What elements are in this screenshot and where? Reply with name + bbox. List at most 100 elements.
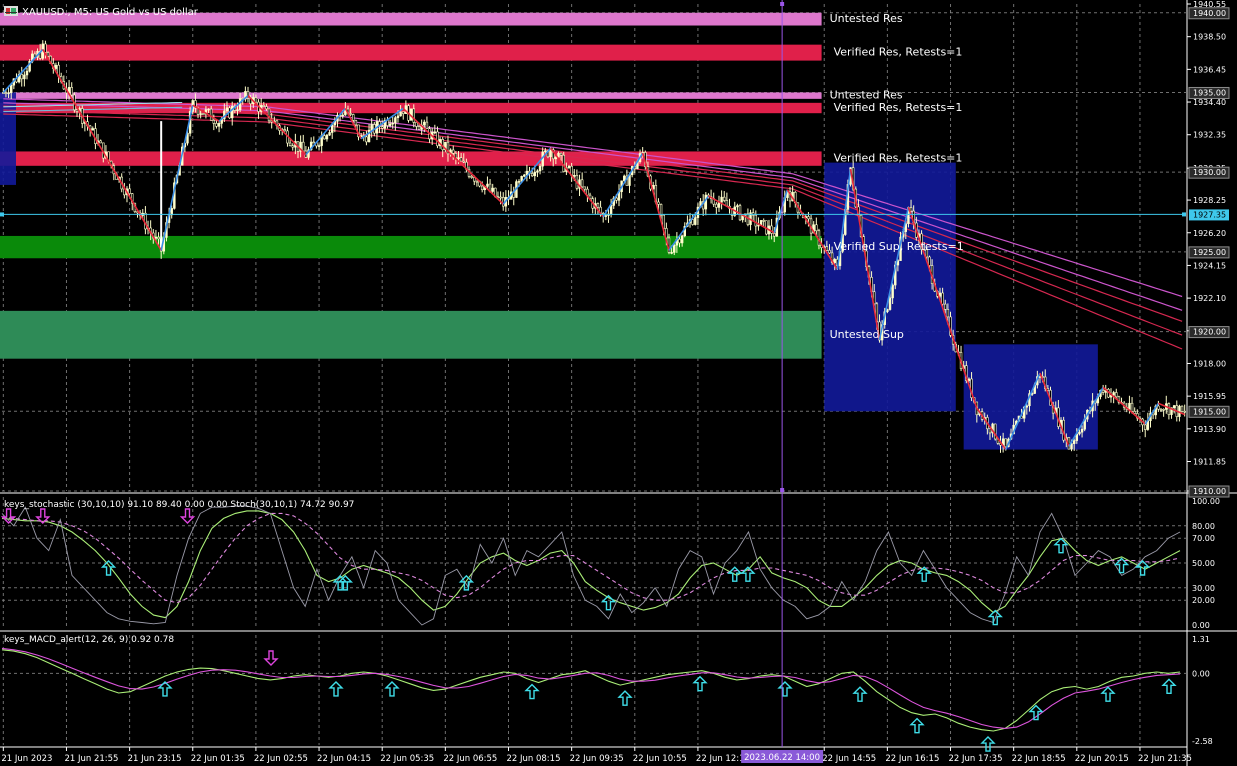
candle-body xyxy=(596,203,600,208)
zone-label: Untested Res xyxy=(830,12,903,25)
stoch-level-label: 70.00 xyxy=(1192,534,1215,543)
candle-body xyxy=(536,170,539,173)
zone-verified-res[interactable] xyxy=(0,44,822,61)
time-tick-label: 21 Jun 2023 xyxy=(1,754,52,764)
zone-verified-res[interactable] xyxy=(0,151,822,166)
candle-body xyxy=(888,297,892,310)
chart-canvas[interactable]: Untested ResVerified Res, Retests=1Untes… xyxy=(0,0,1237,766)
candle-body xyxy=(99,140,102,144)
time-tick-label: 22 Jun 02:55 xyxy=(254,754,308,764)
candle-body xyxy=(436,131,439,147)
candle-body xyxy=(480,185,484,191)
crosshair-handle[interactable] xyxy=(0,212,4,217)
candle-body xyxy=(70,87,73,96)
time-tick-label: 22 Jun 06:55 xyxy=(443,754,497,764)
candle-body xyxy=(291,145,294,148)
candle-body xyxy=(549,149,552,158)
candle-body xyxy=(530,173,534,177)
stoch-level-label: 30.00 xyxy=(1192,584,1215,593)
candle-body xyxy=(1080,428,1084,433)
price-tick-label: 1932.35 xyxy=(1193,131,1226,140)
zone-verified-sup[interactable] xyxy=(0,235,822,259)
candle-body xyxy=(533,171,537,177)
symbol-header: XAUUSD., M5: US Gold vs US dollar xyxy=(4,6,199,18)
candle-body xyxy=(412,108,415,123)
candle-body xyxy=(323,135,326,140)
candle-body xyxy=(459,157,463,162)
crosshair-handle[interactable] xyxy=(780,488,785,492)
candle-body xyxy=(891,284,894,299)
candle-body xyxy=(215,123,218,127)
candle-body xyxy=(1133,411,1136,414)
price-level-label: 1930.00 xyxy=(1193,168,1226,177)
time-tick-label: 22 Jun 09:35 xyxy=(570,754,624,764)
candle-body xyxy=(825,246,829,251)
price-tick-label: 1928.25 xyxy=(1193,196,1226,205)
stoch-level-label: 100.00 xyxy=(1192,497,1220,506)
zone-label: Verified Res, Retests=1 xyxy=(834,101,963,114)
candle-body xyxy=(828,250,831,254)
crosshair-handle[interactable] xyxy=(780,2,785,6)
candle-body xyxy=(423,121,426,126)
time-tick-label: 22 Jun 17:35 xyxy=(949,754,1003,764)
price-tick-label: 1924.15 xyxy=(1193,261,1226,270)
candle-body xyxy=(502,197,505,207)
crosshair-handle[interactable] xyxy=(1182,212,1186,217)
candle-body xyxy=(388,123,392,126)
candle-body xyxy=(170,208,173,216)
zone-untested-res[interactable] xyxy=(0,92,822,99)
price-level-label: 1925.00 xyxy=(1193,248,1226,257)
candle-body xyxy=(288,142,292,146)
candle-body xyxy=(312,141,316,144)
candle-body xyxy=(554,156,558,160)
candle-body xyxy=(673,244,676,253)
macd-level-label: -2.58 xyxy=(1192,737,1213,746)
candle-body xyxy=(657,201,660,205)
candle-body xyxy=(946,308,950,318)
macd-level-label: 1.31 xyxy=(1192,635,1210,644)
candle-body xyxy=(199,113,202,115)
candle-body xyxy=(317,145,321,147)
candle-body xyxy=(470,176,473,178)
candle-body xyxy=(262,105,266,107)
candle-body xyxy=(325,134,329,140)
symbol-label: XAUUSD., M5: US Gold vs US dollar xyxy=(22,7,199,18)
candle-body xyxy=(267,108,271,122)
candle-body xyxy=(1072,440,1076,444)
price-level-label: 1910.00 xyxy=(1193,487,1226,496)
candle-body xyxy=(583,186,587,190)
time-tick-label: 21 Jun 21:55 xyxy=(64,754,118,764)
candle-body xyxy=(909,207,913,212)
price-tick-label: 1913.90 xyxy=(1193,425,1226,434)
candle-body xyxy=(678,238,681,244)
candle-body xyxy=(1183,411,1186,413)
zone-label: Verified Sup, Retests=1 xyxy=(834,240,964,253)
candle-body xyxy=(944,303,947,310)
time-tick-label: 22 Jun 18:55 xyxy=(1012,754,1066,764)
candle-body xyxy=(1159,408,1163,411)
candle-body xyxy=(1004,438,1007,448)
candle-body xyxy=(1167,403,1171,415)
chart-window: Untested Res Verified Res, Retests=1 Untes… xyxy=(0,0,1237,766)
zone-label: Verified Res, Retests=1 xyxy=(834,152,963,165)
time-tick-label: 22 Jun 20:15 xyxy=(1075,754,1129,764)
candle-body xyxy=(486,183,489,187)
candle-body xyxy=(25,70,29,76)
candle-body xyxy=(217,123,221,127)
time-tick-label: 22 Jun 14:55 xyxy=(822,754,876,764)
zone-untested-sup[interactable] xyxy=(0,310,822,359)
candle-body xyxy=(236,109,239,112)
candle-body xyxy=(573,175,576,177)
macd-label: keys_MACD_alert(12, 26, 9) 0.92 0.78 xyxy=(4,635,174,645)
candle-body xyxy=(762,220,765,222)
candle-body xyxy=(567,165,571,168)
candle-body xyxy=(452,149,455,154)
candle-body xyxy=(425,121,429,129)
candle-body xyxy=(330,124,334,133)
candle-body xyxy=(475,180,479,183)
price-tick-label: 1938.50 xyxy=(1193,33,1226,42)
candle-body xyxy=(544,150,547,153)
candle-body xyxy=(354,119,358,126)
candle-body xyxy=(157,236,160,240)
candle-body xyxy=(380,126,384,129)
